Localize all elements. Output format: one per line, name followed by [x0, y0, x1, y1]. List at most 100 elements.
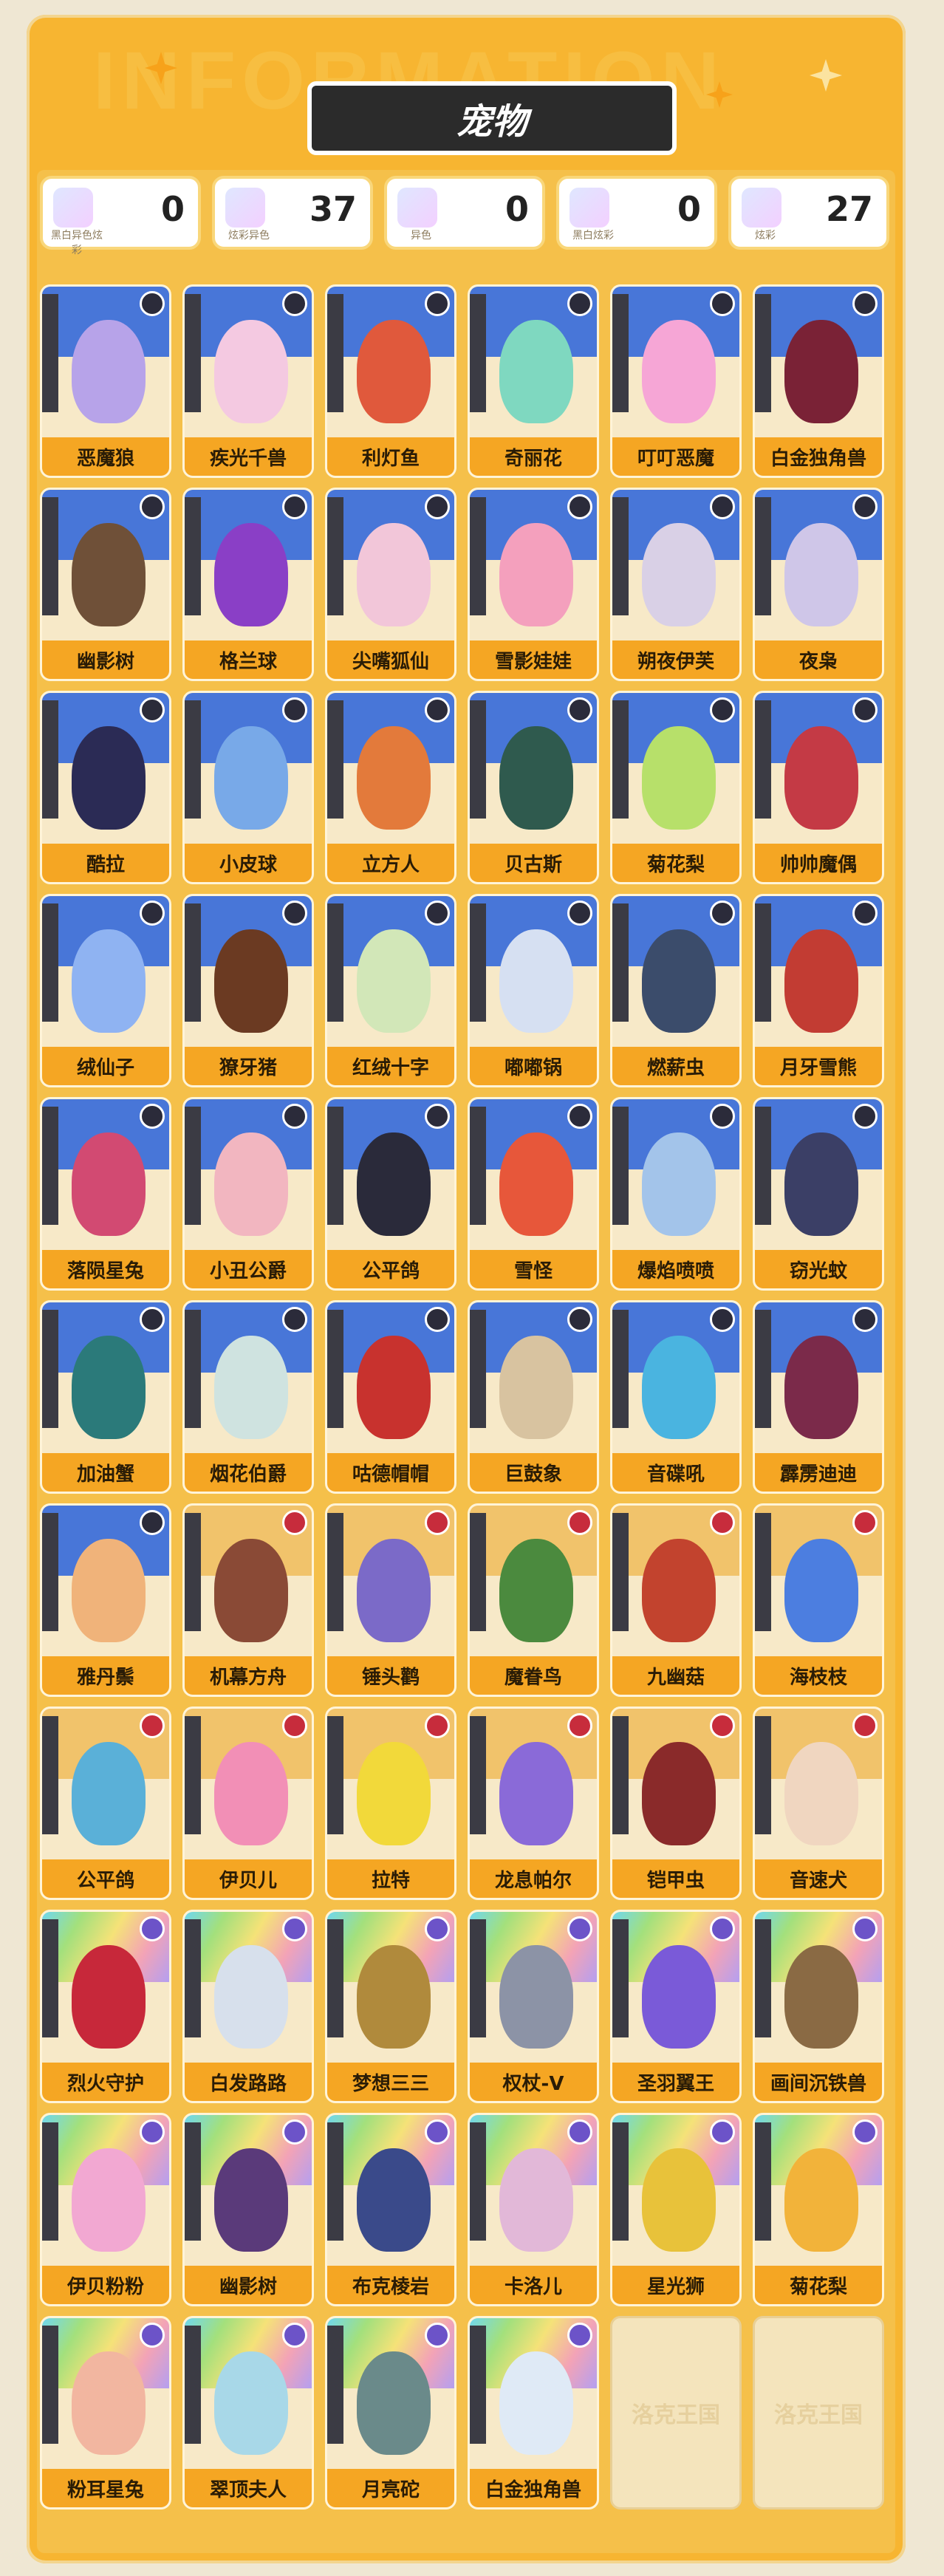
pet-card[interactable]: 海枝枝: [753, 1503, 884, 1697]
pet-card[interactable]: 咕德帽帽: [325, 1300, 456, 1494]
pet-card[interactable]: 星光狮: [610, 2113, 742, 2306]
rarity-stripe: [185, 903, 201, 1022]
pet-card[interactable]: 九幽菇: [610, 1503, 742, 1697]
pet-card[interactable]: 音速犬: [753, 1706, 884, 1900]
rarity-stripe: [755, 1513, 771, 1631]
pet-card[interactable]: 龙息帕尔: [468, 1706, 599, 1900]
pet-name: 公平鸽: [42, 1859, 169, 1898]
pet-portrait: [72, 726, 146, 830]
pet-card[interactable]: 公平鸽: [40, 1706, 171, 1900]
pet-card[interactable]: 红绒十字: [325, 894, 456, 1087]
pet-card[interactable]: 利灯鱼: [325, 284, 456, 478]
pet-card[interactable]: 梦想三三: [325, 1910, 456, 2103]
pet-card[interactable]: 朔夜伊芙: [610, 488, 742, 681]
pet-card[interactable]: 铠甲虫: [610, 1706, 742, 1900]
pet-portrait: [214, 2351, 288, 2455]
pet-card[interactable]: 加油蟹: [40, 1300, 171, 1494]
pet-card[interactable]: 布克棱岩: [325, 2113, 456, 2306]
shiny-badge-icon: [710, 697, 735, 722]
pet-card[interactable]: 贝古斯: [468, 691, 599, 884]
pet-card[interactable]: 拉特: [325, 1706, 456, 1900]
pet-card[interactable]: 霹雳迪迪: [753, 1300, 884, 1494]
pet-portrait: [784, 320, 858, 423]
pet-card[interactable]: 酷拉: [40, 691, 171, 884]
pet-card[interactable]: 魔眷鸟: [468, 1503, 599, 1697]
pet-card[interactable]: 机幕方舟: [182, 1503, 314, 1697]
shiny-badge-icon: [425, 1104, 450, 1129]
stat-value: 0: [505, 189, 529, 229]
pet-card[interactable]: 圣羽翼王: [610, 1910, 742, 2103]
pet-card[interactable]: 伊贝粉粉: [40, 2113, 171, 2306]
shiny-badge-icon: [852, 1510, 878, 1535]
pet-card[interactable]: 小丑公爵: [182, 1097, 314, 1291]
pet-card[interactable]: 巨鼓象: [468, 1300, 599, 1494]
shiny-badge-icon: [710, 1104, 735, 1129]
pet-card[interactable]: 粉耳星兔: [40, 2316, 171, 2510]
shiny-badge-icon: [567, 901, 592, 926]
pet-card[interactable]: 帅帅魔偶: [753, 691, 884, 884]
pet-card[interactable]: 音碟吼: [610, 1300, 742, 1494]
pet-card[interactable]: 伊贝儿: [182, 1706, 314, 1900]
pet-portrait: [642, 726, 716, 830]
pet-card[interactable]: 雪影娃娃: [468, 488, 599, 681]
pet-card[interactable]: 白发路路: [182, 1910, 314, 2103]
pet-card[interactable]: 格兰球: [182, 488, 314, 681]
pet-card[interactable]: 嘟嘟锅: [468, 894, 599, 1087]
pet-card[interactable]: 翠顶夫人: [182, 2316, 314, 2510]
pet-card[interactable]: 雅丹鬃: [40, 1503, 171, 1697]
pet-card[interactable]: 锤头鹳: [325, 1503, 456, 1697]
pet-name: 尖嘴狐仙: [327, 640, 454, 679]
pet-name: 雪影娃娃: [470, 640, 597, 679]
pet-card[interactable]: 烈火守护: [40, 1910, 171, 2103]
stat-card: 异色 0: [384, 176, 545, 250]
pet-portrait: [72, 523, 146, 626]
pet-name: 菊花梨: [755, 2266, 882, 2304]
rarity-stripe: [755, 2122, 771, 2241]
pet-card[interactable]: 菊花梨: [610, 691, 742, 884]
pet-card[interactable]: 立方人: [325, 691, 456, 884]
pet-card[interactable]: 画间沉铁兽: [753, 1910, 884, 2103]
pet-card[interactable]: 公平鸽: [325, 1097, 456, 1291]
pet-card[interactable]: 恶魔狼: [40, 284, 171, 478]
pet-card[interactable]: 烟花伯爵: [182, 1300, 314, 1494]
pet-card[interactable]: 奇丽花: [468, 284, 599, 478]
pet-card[interactable]: 尖嘴狐仙: [325, 488, 456, 681]
pet-card[interactable]: 小皮球: [182, 691, 314, 884]
pet-name: 嘟嘟锅: [470, 1047, 597, 1085]
pet-card[interactable]: 月牙雪熊: [753, 894, 884, 1087]
pet-portrait: [499, 1336, 573, 1439]
pet-card[interactable]: 燃薪虫: [610, 894, 742, 1087]
pet-card[interactable]: 叮叮恶魔: [610, 284, 742, 478]
pet-card[interactable]: 幽影树: [182, 2113, 314, 2306]
shiny-badge-icon: [282, 494, 307, 519]
pet-card[interactable]: 疾光千兽: [182, 284, 314, 478]
pet-card[interactable]: 绒仙子: [40, 894, 171, 1087]
pet-card[interactable]: 月亮砣: [325, 2316, 456, 2510]
pet-card[interactable]: 白金独角兽: [753, 284, 884, 478]
pet-card[interactable]: 獠牙猪: [182, 894, 314, 1087]
shiny-badge-icon: [852, 697, 878, 722]
pet-card[interactable]: 菊花梨: [753, 2113, 884, 2306]
pet-portrait: [357, 1539, 431, 1642]
pet-portrait: [214, 1742, 288, 1845]
pet-name: 菊花梨: [612, 844, 739, 882]
pet-card[interactable]: 落陨星兔: [40, 1097, 171, 1291]
rarity-stripe: [470, 903, 486, 1022]
pet-card[interactable]: 窃光蚊: [753, 1097, 884, 1291]
pet-card[interactable]: 白金独角兽: [468, 2316, 599, 2510]
pet-portrait: [499, 929, 573, 1033]
pet-card[interactable]: 爆焰喷喷: [610, 1097, 742, 1291]
page-title: 宠物: [456, 101, 527, 143]
pet-name: 叮叮恶魔: [612, 437, 739, 476]
pet-card[interactable]: 权杖-V: [468, 1910, 599, 2103]
rarity-stripe: [327, 903, 343, 1022]
shiny-badge-icon: [567, 291, 592, 316]
rarity-stripe: [185, 2122, 201, 2241]
pet-portrait: [72, 1336, 146, 1439]
pet-card[interactable]: 卡洛儿: [468, 2113, 599, 2306]
pet-card[interactable]: 幽影树: [40, 488, 171, 681]
rarity-stripe: [755, 1716, 771, 1834]
shiny-badge-icon: [710, 2119, 735, 2145]
pet-card[interactable]: 夜枭: [753, 488, 884, 681]
pet-card[interactable]: 雪怪: [468, 1097, 599, 1291]
